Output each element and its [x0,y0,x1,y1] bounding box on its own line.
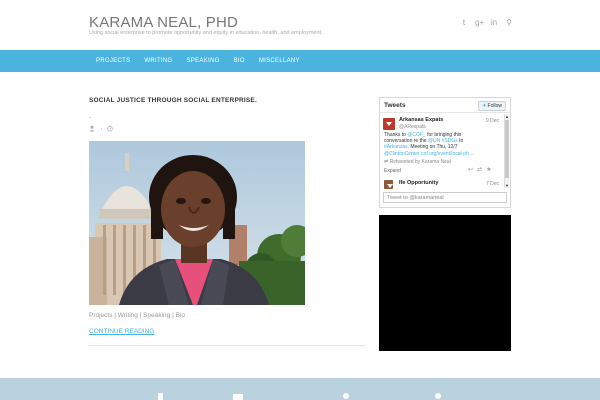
tweet-author-name[interactable]: Ife Opportunity [399,180,438,186]
tweet-to-input[interactable]: Tweet to @karamaneal [383,192,507,203]
continue-reading-link[interactable]: CONTINUE READING [89,328,154,335]
nav-item-speaking[interactable]: SPEAKING [180,50,227,72]
avatar[interactable] [383,118,395,130]
nav-item-miscellany[interactable]: MISCELLANY [252,50,307,72]
tweet-author-handle[interactable]: @ARexpats [399,124,426,130]
site-tagline: Using social enterprise to promote oppor… [89,30,323,36]
pin-icon[interactable] [434,393,442,400]
nav-item-bio[interactable]: BIO [227,50,252,72]
google-plus-icon[interactable]: g+ [475,19,484,27]
post-title[interactable]: SOCIAL JUSTICE THROUGH SOCIAL ENTERPRISE… [89,97,366,104]
scroll-down-icon[interactable]: ▼ [505,183,509,188]
mention-link[interactable]: @UN [428,138,440,144]
twitter-widget-header: Tweets ✦Follow [380,98,510,113]
mention-link[interactable]: @ClintonCenter [384,151,420,157]
email-icon[interactable] [233,394,243,400]
tweet-actions: ↩ ⇄ ★ [468,166,491,173]
favorite-icon[interactable]: ★ [486,166,491,173]
tweet-author-name[interactable]: Arkansas Expats [399,117,443,123]
tweet-timeline[interactable]: Arkansas Expats @ARexpats 9 Dec Thanks t… [380,114,504,189]
post-categories[interactable]: Projects | Writing | Speaking | Bio [89,312,185,319]
hashtag-link[interactable]: #SDGs [442,138,458,144]
twitter-widget: Tweets ✦Follow Arkansas Expats @ARexpats… [379,97,511,208]
timeline-scrollbar[interactable]: ▲ ▼ [504,114,509,188]
main-navigation: PROJECTS WRITING SPEAKING BIO MISCELLANY [0,50,600,72]
url-link[interactable]: cof.org/event/local-ph… [421,151,474,157]
phone-icon[interactable] [157,393,165,400]
twitter-widget-title: Tweets [384,102,406,109]
post-meta [89,125,113,132]
retweet-notice: ⇄ Retweeted by Karama Neal [384,159,451,165]
search-icon[interactable]: ⚲ [505,19,513,27]
hashtag-link[interactable]: #Arkansas [384,144,408,150]
retweet-action-icon[interactable]: ⇄ [477,166,482,173]
twitter-icon[interactable]: t [460,19,468,27]
site-title[interactable]: KARAMA NEAL, PHD [89,14,238,31]
featured-image[interactable] [89,141,305,305]
scrollbar-thumb[interactable] [505,120,509,178]
site-footer [0,378,600,400]
post: SOCIAL JUSTICE THROUGH SOCIAL ENTERPRISE… [89,97,366,120]
tweet-text: Thanks to @COF_ for bringing this conver… [384,132,474,157]
mention-link[interactable]: @COF_ [407,132,425,138]
social-links: t g+ in ⚲ [460,19,513,27]
meta-separator [101,128,102,130]
video-embed[interactable] [379,215,511,351]
scroll-up-icon[interactable]: ▲ [505,114,509,119]
twitter-follow-button[interactable]: ✦Follow [478,101,506,111]
follow-label: Follow [487,103,502,109]
reply-icon[interactable]: ↩ [468,166,473,173]
avatar[interactable] [384,180,393,189]
location-icon[interactable] [342,393,350,400]
site-header: KARAMA NEAL, PHD Using social enterprise… [0,0,600,50]
author-icon [89,125,95,132]
clock-icon [107,126,113,132]
tweet-date[interactable]: 7 Dec [486,181,499,187]
nav-item-projects[interactable]: PROJECTS [89,50,137,72]
linkedin-icon[interactable]: in [490,19,498,27]
twitter-bird-icon: ✦ [482,103,487,109]
nav-item-writing[interactable]: WRITING [137,50,179,72]
tweet-date[interactable]: 9 Dec [486,118,499,124]
post-excerpt: . [89,113,91,120]
post-divider [89,345,366,346]
tweet-expand-link[interactable]: Expand [384,168,401,174]
